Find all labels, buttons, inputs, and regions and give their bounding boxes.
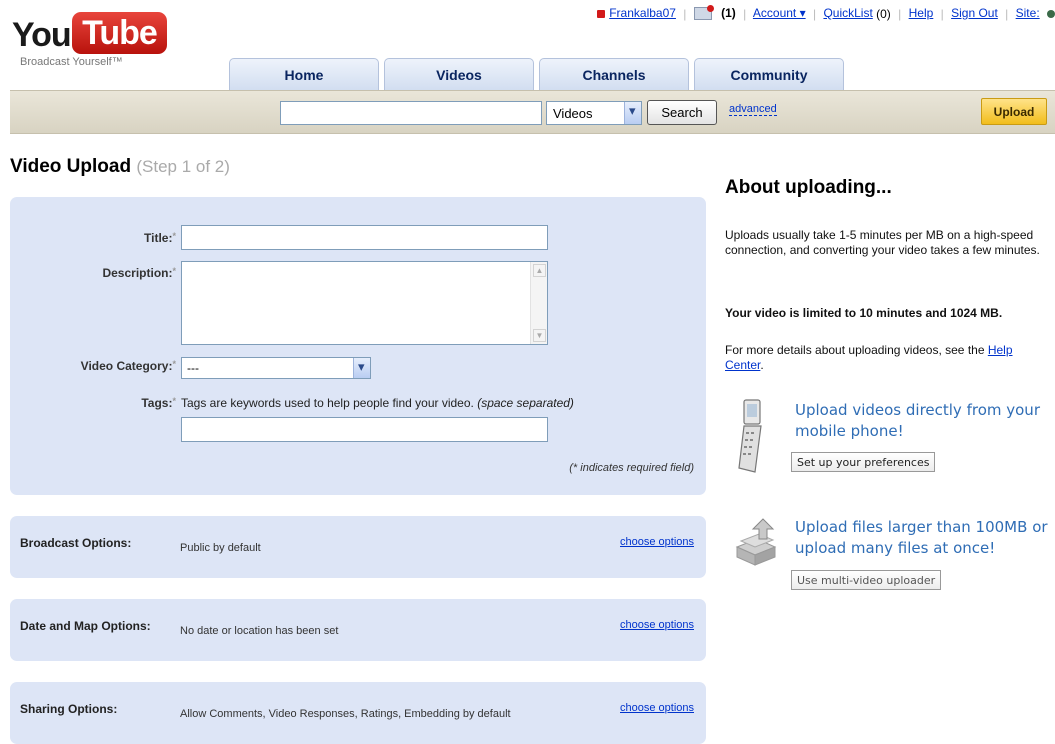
youtube-logo[interactable]: You Tube Broadcast Yourself™ — [12, 8, 202, 78]
required-field-note: (* indicates required field) — [569, 462, 694, 474]
date-map-options-label: Date and Map Options: — [20, 619, 151, 633]
sharing-options-label: Sharing Options: — [20, 702, 118, 716]
category-select[interactable]: --- — [181, 357, 371, 379]
upload-form: Title:* Description:* ▲ ▼ Video Category… — [10, 197, 706, 495]
help-link[interactable]: Help — [909, 6, 934, 20]
broadcast-options-label: Broadcast Options: — [20, 536, 132, 550]
advanced-search-link[interactable]: advanced — [729, 103, 777, 116]
search-bar: Videos Search advanced Upload — [10, 90, 1055, 134]
username-link[interactable]: Frankalba07 — [609, 6, 676, 20]
user-status-icon — [597, 9, 606, 18]
tab-videos[interactable]: Videos — [384, 58, 534, 91]
globe-icon[interactable] — [1047, 9, 1055, 18]
mobile-phone-icon — [735, 396, 775, 476]
upload-time-info: Uploads usually take 1-5 minutes per MB … — [725, 228, 1040, 257]
description-scrollbar[interactable]: ▲ ▼ — [530, 262, 547, 344]
tags-label: Tags:* — [141, 396, 176, 410]
upload-button[interactable]: Upload — [981, 98, 1047, 125]
date-map-choose-options-link[interactable]: choose options — [620, 619, 694, 631]
tab-channels[interactable]: Channels — [539, 58, 689, 91]
search-input[interactable] — [280, 101, 542, 125]
tab-community[interactable]: Community — [694, 58, 844, 91]
chevron-down-icon[interactable] — [353, 358, 370, 378]
scroll-down-icon[interactable]: ▼ — [533, 329, 546, 342]
category-select-value: --- — [187, 361, 199, 375]
sharing-choose-options-link[interactable]: choose options — [620, 702, 694, 714]
page-title: Video Upload (Step 1 of 2) — [10, 156, 230, 178]
multi-upload-icon — [731, 513, 781, 573]
title-label: Title:* — [144, 231, 176, 245]
broadcast-choose-options-link[interactable]: choose options — [620, 536, 694, 548]
utility-bar: Frankalba07 | (1) | Account ▾ | QuickLis… — [597, 5, 1055, 21]
scroll-up-icon[interactable]: ▲ — [533, 264, 546, 277]
search-button[interactable]: Search — [647, 100, 717, 125]
inbox-icon[interactable] — [693, 5, 714, 21]
multi-upload-promo: Upload files larger than 100MB or upload… — [795, 518, 1048, 557]
tags-input[interactable] — [181, 417, 548, 442]
about-uploading-title: About uploading... — [725, 177, 892, 198]
broadcast-options-panel: Broadcast Options: Public by default cho… — [10, 516, 706, 578]
tags-hint: Tags are keywords used to help people fi… — [181, 396, 574, 410]
logo-tube: Tube — [72, 12, 167, 54]
chevron-down-icon[interactable] — [624, 102, 641, 124]
mobile-upload-promo: Upload videos directly from your mobile … — [795, 401, 1040, 440]
search-category-value: Videos — [553, 106, 593, 121]
description-textarea[interactable]: ▲ ▼ — [181, 261, 548, 345]
sharing-options-desc: Allow Comments, Video Responses, Ratings… — [180, 708, 511, 720]
broadcast-options-desc: Public by default — [180, 542, 261, 554]
multi-video-uploader-button[interactable]: Use multi-video uploader — [791, 570, 942, 590]
help-center-info: For more details about uploading videos,… — [725, 343, 1013, 372]
quicklist-count: (0) — [876, 6, 891, 21]
logo-you: You — [12, 16, 72, 54]
description-label: Description:* — [102, 266, 176, 280]
title-input[interactable] — [181, 225, 548, 250]
date-map-options-panel: Date and Map Options: No date or locatio… — [10, 599, 706, 661]
quicklist-link[interactable]: QuickList — [823, 6, 872, 20]
account-menu[interactable]: Account ▾ — [753, 6, 806, 20]
page-step: (Step 1 of 2) — [136, 157, 230, 176]
upload-limit-info: Your video is limited to 10 minutes and … — [725, 306, 1003, 320]
category-label: Video Category:* — [80, 359, 176, 373]
date-map-options-desc: No date or location has been set — [180, 625, 339, 637]
set-up-preferences-button[interactable]: Set up your preferences — [791, 452, 936, 472]
logo-tagline: Broadcast Yourself™ — [20, 56, 123, 68]
inbox-count[interactable]: (1) — [721, 6, 736, 20]
page-title-text: Video Upload — [10, 156, 132, 177]
site-selector[interactable]: Site: — [1016, 6, 1040, 20]
sign-out-link[interactable]: Sign Out — [951, 6, 998, 20]
tab-home[interactable]: Home — [229, 58, 379, 91]
search-category-select[interactable]: Videos — [546, 101, 642, 125]
sharing-options-panel: Sharing Options: Allow Comments, Video R… — [10, 682, 706, 744]
